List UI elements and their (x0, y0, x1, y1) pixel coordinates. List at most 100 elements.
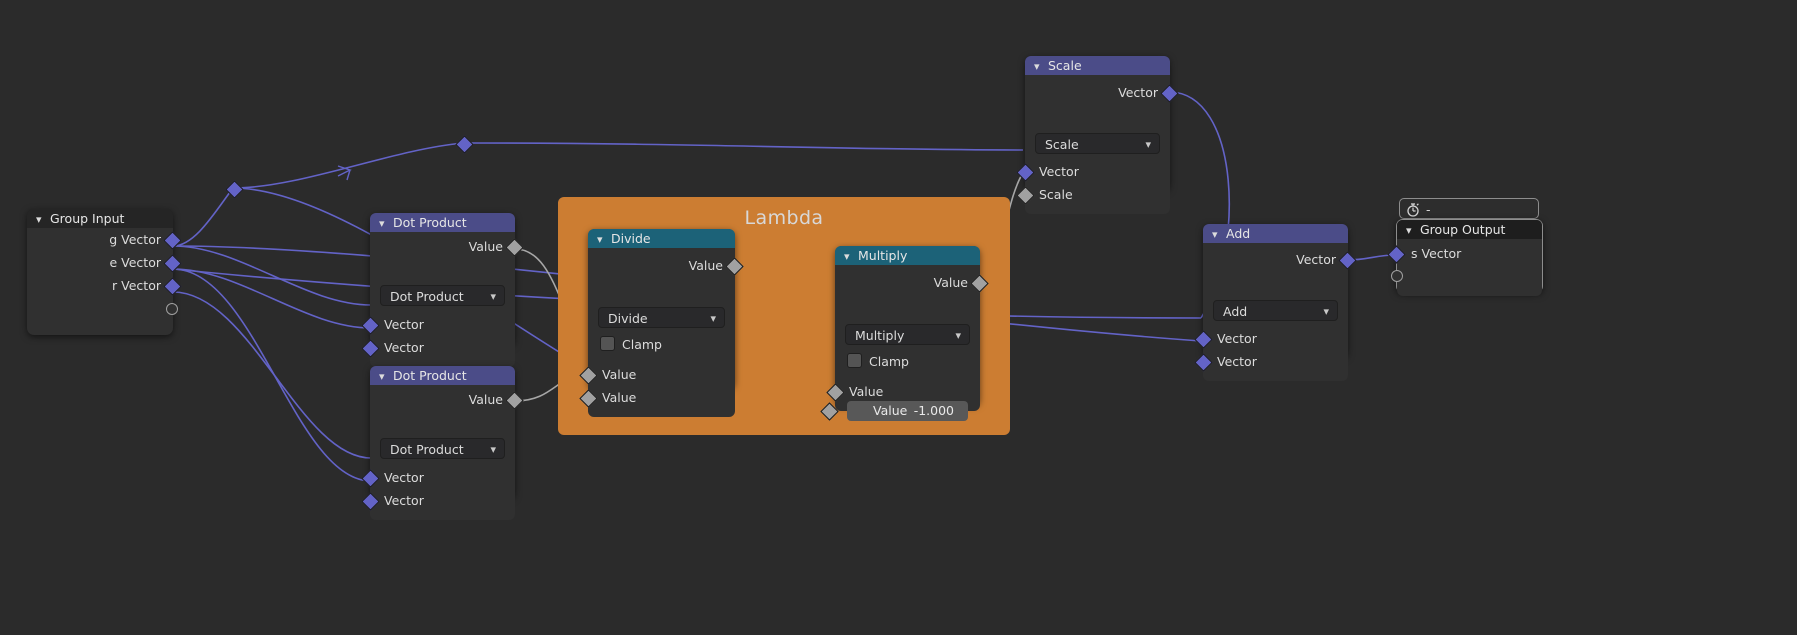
socket-row-input: Vector (361, 313, 515, 336)
socket-row-output: e Vector (27, 251, 182, 274)
operation-dropdown[interactable]: Scale ▾ (1035, 133, 1160, 154)
node-header[interactable]: ▾ Dot Product (370, 366, 515, 385)
socket-label: Value (602, 390, 637, 405)
node-multiply[interactable]: ▾ Multiply Value Multiply ▾ Clamp Value V… (820, 246, 989, 421)
socket-s-vector-input[interactable] (1387, 245, 1406, 264)
reroute-node-a[interactable] (225, 180, 244, 199)
checkbox-box[interactable] (847, 353, 862, 368)
socket-row-output: Value (370, 388, 524, 411)
node-body: Value Multiply ▾ Clamp Value Value -1.00… (820, 271, 989, 421)
value-number-field[interactable]: Value -1.000 (820, 401, 968, 421)
node-group-output[interactable]: ▾ Group Output s Vector (1387, 219, 1543, 296)
chevron-down-icon[interactable]: ▾ (710, 308, 716, 329)
node-title: Multiply (858, 248, 908, 263)
socket-r-vector[interactable] (163, 277, 182, 296)
node-title: Add (1226, 226, 1251, 241)
socket-row-virtual (1391, 265, 1542, 288)
operation-dropdown[interactable]: Multiply ▾ (845, 324, 970, 345)
clamp-checkbox[interactable]: Clamp (600, 336, 662, 354)
node-group-input[interactable]: ▾ Group Input g Vector e Vector r Vector (27, 209, 182, 335)
socket-vector-input-1[interactable] (361, 316, 380, 335)
socket-row-input: Value (826, 380, 980, 403)
socket-label: Vector (384, 470, 424, 485)
chevron-down-icon[interactable]: ▾ (1323, 301, 1329, 322)
socket-label: Vector (1296, 252, 1336, 267)
socket-virtual-output[interactable] (166, 303, 178, 315)
frame-label: Lambda (744, 207, 824, 229)
chevron-down-icon[interactable]: ▾ (490, 286, 496, 307)
node-editor-canvas[interactable]: Lambda ▾ Group Input g Vector e Vector r … (0, 0, 1797, 635)
socket-label: Vector (384, 493, 424, 508)
node-header[interactable]: ▾ Divide (588, 229, 735, 248)
node-header[interactable]: ▾ Scale (1025, 56, 1170, 75)
socket-label: g Vector (109, 232, 161, 247)
socket-vector-input-2[interactable] (361, 339, 380, 358)
dropdown-value: Multiply (855, 328, 905, 343)
socket-scale-input[interactable] (1016, 186, 1035, 205)
chevron-down-icon[interactable]: ▾ (955, 325, 961, 346)
node-header[interactable]: ▾ Dot Product (370, 213, 515, 232)
socket-row-input: Vector (1194, 350, 1348, 373)
socket-virtual-input[interactable] (1391, 270, 1403, 282)
node-divide[interactable]: ▾ Divide Value Divide ▾ Clamp Value Value (579, 229, 744, 417)
checkbox-label: Clamp (869, 354, 909, 369)
node-header[interactable]: ▾ Group Output (1397, 220, 1542, 239)
chevron-down-icon[interactable]: ▾ (36, 210, 48, 229)
chevron-down-icon[interactable]: ▾ (490, 439, 496, 460)
socket-vector-input[interactable] (1016, 163, 1035, 182)
node-header[interactable]: ▾ Add (1203, 224, 1348, 243)
node-dot-product-1[interactable]: ▾ Dot Product Value Dot Product ▾ Vector … (361, 213, 524, 367)
socket-row-input: Vector (361, 336, 515, 359)
socket-vector-input-1[interactable] (361, 469, 380, 488)
node-body: Vector Add ▾ Vector Vector (1194, 248, 1357, 381)
stopwatch-icon (1407, 203, 1419, 217)
socket-row-output: r Vector (27, 274, 182, 297)
socket-vector-output[interactable] (1160, 84, 1179, 103)
socket-label: Vector (1039, 164, 1079, 179)
socket-g-vector[interactable] (163, 231, 182, 250)
socket-label: Vector (384, 317, 424, 332)
socket-value-output[interactable] (505, 391, 524, 410)
node-add[interactable]: ▾ Add Vector Add ▾ Vector Vector (1194, 224, 1357, 381)
clamp-checkbox[interactable]: Clamp (847, 353, 909, 371)
socket-vector-input-2[interactable] (1194, 353, 1213, 372)
socket-label: Scale (1039, 187, 1073, 202)
operation-dropdown[interactable]: Dot Product ▾ (380, 438, 505, 459)
socket-vector-input-2[interactable] (361, 492, 380, 511)
socket-vector-output[interactable] (1338, 251, 1357, 270)
node-title: Group Input (50, 211, 125, 226)
node-title: Divide (611, 231, 651, 246)
node-title: Dot Product (393, 368, 467, 383)
socket-value-output[interactable] (505, 238, 524, 257)
socket-row-input: Vector (361, 466, 515, 489)
socket-e-vector[interactable] (163, 254, 182, 273)
node-body: Vector Scale ▾ Vector Scale (1016, 81, 1179, 214)
operation-dropdown[interactable]: Dot Product ▾ (380, 285, 505, 306)
node-header[interactable]: ▾ Group Input (27, 209, 173, 228)
chevron-down-icon[interactable]: ▾ (1145, 134, 1151, 155)
chevron-down-icon[interactable]: ▾ (597, 230, 609, 249)
node-scale[interactable]: ▾ Scale Vector Scale ▾ Vector Scale (1016, 56, 1179, 214)
node-dot-product-2[interactable]: ▾ Dot Product Value Dot Product ▾ Vector … (361, 366, 524, 520)
socket-label: Value (602, 367, 637, 382)
socket-vector-input-1[interactable] (1194, 330, 1213, 349)
socket-label: e Vector (109, 255, 162, 270)
chevron-down-icon[interactable]: ▾ (379, 367, 391, 386)
operation-dropdown[interactable]: Add ▾ (1213, 300, 1338, 321)
dropdown-value: Scale (1045, 137, 1079, 152)
chevron-down-icon[interactable]: ▾ (379, 214, 391, 233)
reroute-node-b[interactable] (455, 135, 474, 154)
socket-label: Value (468, 392, 503, 407)
node-body: g Vector e Vector r Vector (27, 228, 182, 328)
node-header[interactable]: ▾ Multiply (835, 246, 980, 265)
socket-label: Vector (1118, 85, 1158, 100)
timer-value: - (1426, 202, 1431, 217)
chevron-down-icon[interactable]: ▾ (1212, 225, 1224, 244)
operation-dropdown[interactable]: Divide ▾ (598, 307, 725, 328)
chevron-down-icon[interactable]: ▾ (1406, 221, 1418, 240)
socket-row-input: Vector (1016, 160, 1170, 183)
chevron-down-icon[interactable]: ▾ (1034, 57, 1046, 76)
checkbox-box[interactable] (600, 336, 615, 351)
chevron-down-icon[interactable]: ▾ (844, 247, 856, 266)
socket-row-input: Value (579, 363, 735, 386)
